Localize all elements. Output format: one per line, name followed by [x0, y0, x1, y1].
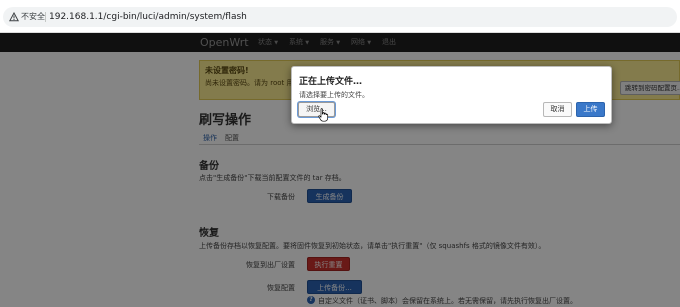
security-status[interactable]: 不安全: [21, 11, 45, 23]
address-bar[interactable]: 不安全 192.168.1.1/cgi-bin/luci/admin/syste…: [3, 7, 677, 27]
upload-dialog: 正在上传文件… 请选择要上传的文件。 浏览... 取消 上传: [291, 66, 612, 124]
warning-triangle-icon: [9, 12, 19, 22]
dialog-text: 请选择要上传的文件。: [299, 91, 369, 99]
url-text[interactable]: 192.168.1.1/cgi-bin/luci/admin/system/fl…: [49, 10, 247, 24]
cancel-button[interactable]: 取消: [543, 102, 572, 117]
dialog-title: 正在上传文件…: [299, 77, 363, 87]
browse-button[interactable]: 浏览...: [298, 102, 335, 117]
upload-button[interactable]: 上传: [576, 102, 605, 117]
hand-cursor-icon: [318, 108, 329, 122]
browser-toolbar: 不安全 192.168.1.1/cgi-bin/luci/admin/syste…: [0, 0, 680, 33]
divider: [45, 12, 46, 22]
